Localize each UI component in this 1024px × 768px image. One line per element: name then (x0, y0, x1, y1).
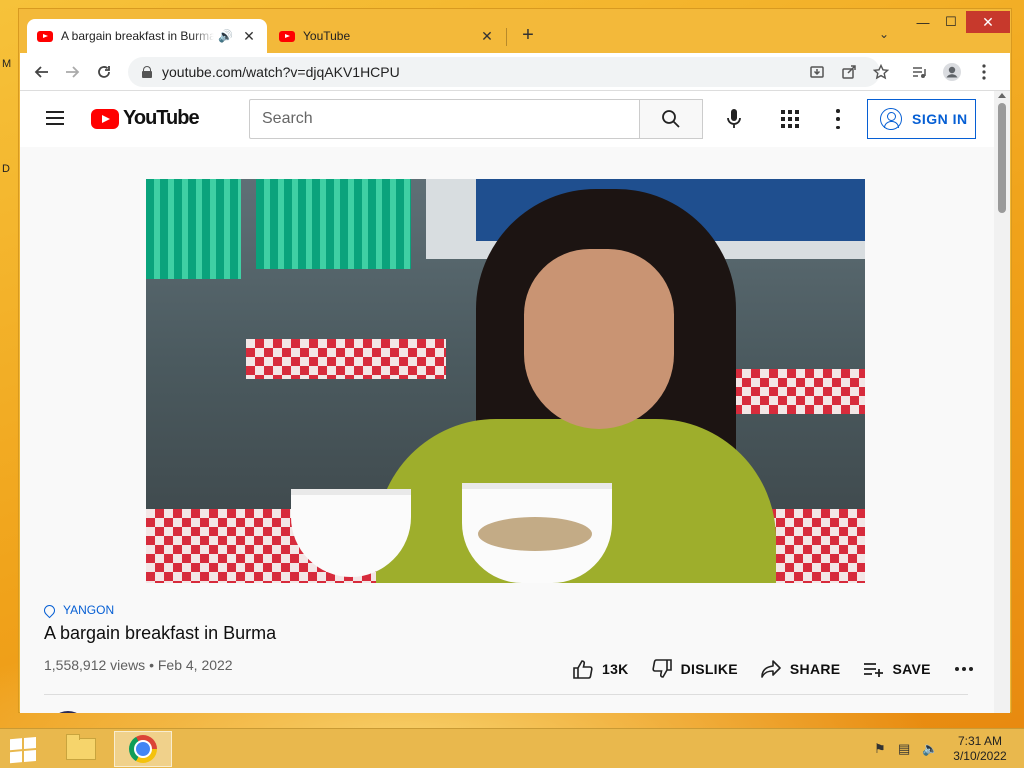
browser-menu-icon[interactable] (974, 62, 994, 82)
web-page: YouTube Search SIGN IN YANGON A bargain … (20, 91, 994, 713)
apps-grid-icon[interactable] (781, 110, 799, 128)
youtube-header: YouTube Search SIGN IN (20, 91, 994, 147)
video-player[interactable] (146, 179, 865, 583)
like-count: 13K (602, 661, 629, 677)
tab-title: YouTube (303, 29, 351, 43)
install-app-icon[interactable] (807, 62, 827, 82)
speaker-icon[interactable]: 🔊 (218, 29, 233, 43)
playlist-add-icon (864, 663, 884, 677)
taskbar-chrome[interactable] (114, 731, 172, 767)
like-button[interactable]: 13K (572, 659, 629, 679)
dislike-button[interactable]: DISLIKE (651, 659, 738, 679)
thumbs-up-icon (573, 660, 593, 679)
youtube-logo[interactable]: YouTube (91, 107, 200, 130)
windows-taskbar: ⚑ ▤ 🔈 7:31 AM 3/10/2022 (0, 728, 1024, 768)
video-scene-awning (256, 179, 411, 269)
share-arrow-icon (761, 660, 781, 678)
location-label: YANGON (63, 603, 115, 617)
arrow-right-icon (66, 66, 80, 78)
media-control-icon[interactable] (909, 62, 929, 82)
youtube-favicon-icon (279, 30, 295, 42)
close-window-button[interactable]: ✕ (966, 11, 1010, 33)
close-tab-icon[interactable]: ✕ (479, 28, 495, 45)
address-bar[interactable]: youtube.com/watch?v=djqAKV1HCPU (128, 57, 880, 87)
settings-more-icon[interactable] (836, 109, 840, 129)
hamburger-menu-icon[interactable] (46, 111, 64, 125)
forward-button[interactable] (60, 61, 84, 83)
share-page-icon[interactable] (839, 62, 859, 82)
location-link[interactable]: YANGON (41, 602, 115, 618)
search-button[interactable] (639, 99, 703, 139)
url-text: youtube.com/watch?v=djqAKV1HCPU (162, 64, 400, 80)
lock-icon (142, 66, 152, 78)
tab-title: A bargain breakfast in Burma (61, 29, 215, 43)
browser-window: A bargain breakfast in Burma 🔊 ✕ YouTube… (18, 8, 1012, 713)
back-button[interactable] (30, 61, 54, 83)
video-scene-awning (146, 179, 241, 279)
tab-active-video[interactable]: A bargain breakfast in Burma 🔊 ✕ (27, 19, 267, 53)
clock-date: 3/10/2022 (953, 749, 1007, 763)
action-center-flag-icon[interactable]: ⚑ (874, 741, 886, 757)
tab-youtube[interactable]: YouTube ✕ (269, 19, 505, 53)
volume-muted-icon[interactable]: 🔈 (922, 741, 938, 757)
voice-search-button[interactable] (718, 103, 750, 135)
youtube-favicon-icon (37, 30, 53, 42)
profile-avatar-icon[interactable] (942, 62, 962, 82)
close-tab-icon[interactable]: ✕ (241, 28, 257, 45)
share-label: SHARE (789, 661, 841, 677)
desktop-icon-label-fragment: D (2, 163, 10, 175)
microphone-icon (727, 109, 741, 128)
maximize-button[interactable]: ☐ (937, 11, 965, 33)
search-input[interactable]: Search (249, 99, 639, 139)
browser-toolbar: youtube.com/watch?v=djqAKV1HCPU (20, 53, 1010, 91)
page-scrollbar[interactable] (994, 91, 1010, 713)
new-tab-button[interactable]: + (517, 24, 539, 47)
video-title: A bargain breakfast in Burma (44, 623, 277, 643)
scroll-up-arrow-icon[interactable] (998, 93, 1006, 98)
search-icon (662, 110, 680, 128)
more-actions-icon[interactable] (954, 667, 973, 671)
video-views-date: 1,558,912 views • Feb 4, 2022 (44, 657, 233, 673)
folder-icon (66, 734, 96, 760)
scrollbar-thumb[interactable] (998, 103, 1006, 213)
save-button[interactable]: SAVE (862, 659, 930, 679)
video-scene-table (246, 339, 446, 379)
youtube-play-icon (91, 108, 119, 129)
tab-separator (506, 28, 507, 46)
bookmark-star-icon[interactable] (871, 62, 891, 82)
save-label: SAVE (892, 661, 931, 677)
taskbar-file-explorer[interactable] (52, 731, 110, 767)
section-divider (44, 694, 968, 695)
windows-start-button[interactable] (10, 736, 38, 764)
sign-in-label: SIGN IN (912, 111, 968, 127)
user-circle-icon (880, 108, 902, 130)
channel-avatar[interactable] (48, 711, 88, 713)
sign-in-button[interactable]: SIGN IN (867, 99, 976, 139)
desktop-icon-label-fragment: M (2, 58, 12, 70)
arrow-left-icon (34, 66, 48, 78)
minimize-button[interactable]: — (909, 11, 937, 33)
video-actions: 13K DISLIKE SHARE SAVE (572, 657, 973, 681)
dislike-label: DISLIKE (680, 661, 738, 677)
video-scene-soup (478, 517, 592, 551)
tab-search-chevron-icon[interactable]: ⌄ (879, 27, 889, 41)
location-pin-icon (41, 602, 58, 618)
reload-icon (98, 66, 110, 78)
thumbs-down-icon (651, 659, 672, 678)
clock-time: 7:31 AM (957, 734, 1003, 748)
reload-button[interactable] (92, 61, 116, 83)
youtube-logo-text: YouTube (123, 107, 200, 129)
system-clock[interactable]: 7:31 AM 3/10/2022 (948, 734, 1012, 764)
chrome-icon (129, 735, 157, 763)
share-button[interactable]: SHARE (760, 659, 841, 679)
network-icon[interactable]: ▤ (898, 741, 910, 757)
video-scene-person-face (524, 249, 674, 429)
tab-strip: A bargain breakfast in Burma 🔊 ✕ YouTube… (19, 9, 1011, 53)
